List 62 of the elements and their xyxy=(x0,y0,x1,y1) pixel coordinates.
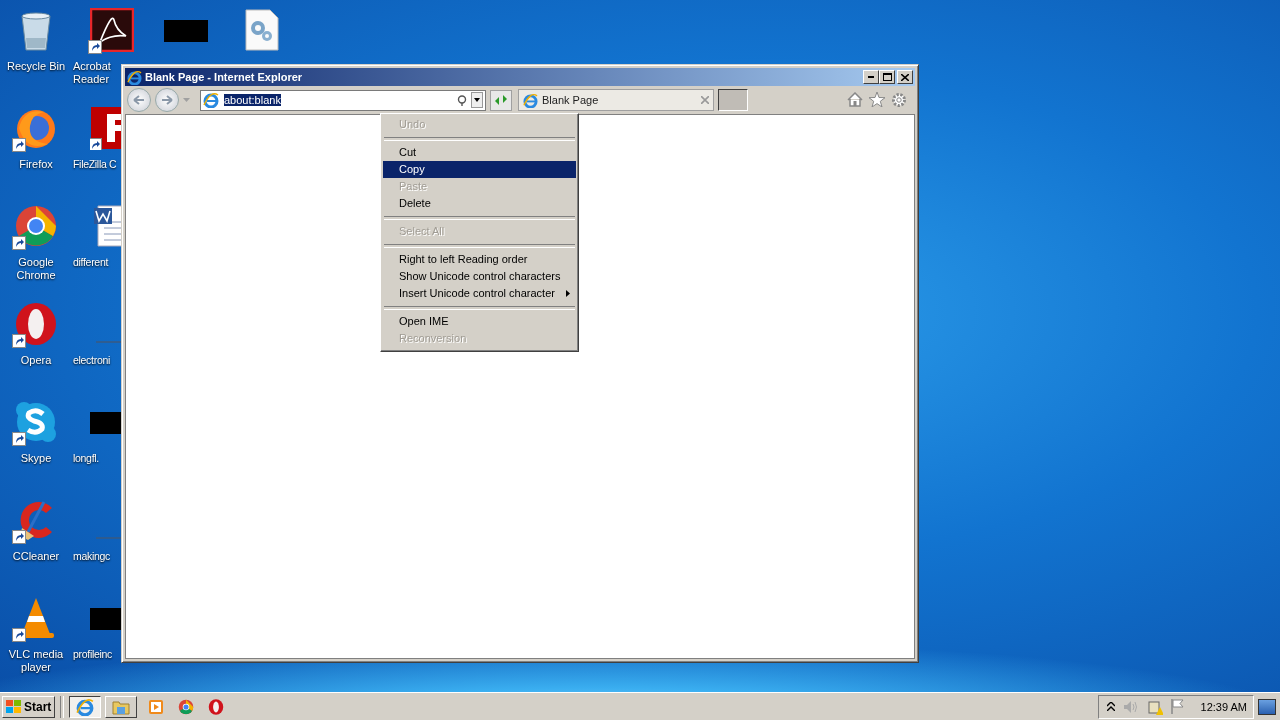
chrome-icon[interactable] xyxy=(14,204,58,248)
menu-item[interactable]: Cut xyxy=(383,144,576,161)
window-title: Blank Page - Internet Explorer xyxy=(145,71,304,83)
icon-label: Opera xyxy=(20,354,52,367)
ie-logo-taskbar-button[interactable] xyxy=(69,695,102,718)
settings-icon[interactable] xyxy=(891,92,907,108)
icon-label: Recycle Bin xyxy=(6,60,66,73)
icon-label: Skype xyxy=(20,452,52,465)
letter-f-icon[interactable] xyxy=(90,106,121,150)
ie-logo-icon xyxy=(76,697,95,716)
dropdown-icon[interactable] xyxy=(471,92,483,108)
back-button[interactable] xyxy=(127,88,151,112)
forward-arrow-icon xyxy=(161,95,173,105)
menu-item[interactable]: Open IME xyxy=(383,313,576,330)
menu-item[interactable]: Show Unicode control characters xyxy=(383,268,576,285)
minimize-button[interactable] xyxy=(863,70,879,84)
maximize-button[interactable] xyxy=(879,70,895,84)
show-hidden-icons-icon[interactable] xyxy=(1106,702,1115,711)
icon-label: profileinc xyxy=(73,648,113,661)
icon-label: VLC media player xyxy=(7,648,65,674)
close-button[interactable] xyxy=(897,70,913,84)
icon-label: FileZilla C xyxy=(73,158,117,171)
forward-button[interactable] xyxy=(155,88,179,112)
ie-logo-icon xyxy=(127,69,142,85)
minimize-icon xyxy=(868,76,874,78)
folder-taskbar-button[interactable] xyxy=(105,695,138,718)
ie-logo-icon xyxy=(523,92,538,108)
letter-s-icon[interactable] xyxy=(14,400,58,444)
icon-label: Firefox xyxy=(19,158,53,171)
pdf-icon[interactable] xyxy=(90,8,134,52)
clock[interactable]: 12:39 AM xyxy=(1200,700,1247,713)
favorites-star-icon[interactable] xyxy=(869,92,885,107)
icon-label: CCleaner xyxy=(12,550,60,563)
compatibility-icon xyxy=(494,95,508,105)
ie-logo-icon xyxy=(203,92,219,108)
browser-tab[interactable]: Blank Page xyxy=(518,89,714,111)
icon-label: Acrobat Reader xyxy=(73,60,112,86)
menu-item[interactable]: Delete xyxy=(383,195,576,212)
icon-label: Google Chrome xyxy=(15,256,57,282)
close-icon xyxy=(901,73,909,81)
maximize-icon xyxy=(882,73,892,81)
show-desktop-button[interactable] xyxy=(1258,698,1276,715)
address-text: about:blank xyxy=(224,94,281,106)
submenu-arrow-icon xyxy=(566,290,570,297)
back-arrow-icon xyxy=(133,95,145,105)
compatibility-view-button[interactable] xyxy=(490,89,512,111)
icon-label: makingc xyxy=(73,550,110,563)
folder-icon xyxy=(112,698,131,715)
menu-item[interactable]: Right to left Reading order xyxy=(383,251,576,268)
new-tab-button[interactable] xyxy=(718,89,748,111)
icon-label: longfl. xyxy=(73,452,99,465)
windows-logo-icon xyxy=(6,699,22,714)
icon-label: different xyxy=(73,256,109,269)
home-icon[interactable] xyxy=(847,92,863,107)
menu-item[interactable]: Insert Unicode control character xyxy=(383,285,576,302)
letter-o-icon[interactable] xyxy=(14,302,58,346)
icon-label: electroni xyxy=(73,354,110,367)
menu-item[interactable]: Copy xyxy=(383,161,576,178)
start-button[interactable]: Start xyxy=(2,695,56,718)
search-icon[interactable] xyxy=(457,94,467,106)
address-field[interactable]: about:blank xyxy=(200,89,486,111)
flag-icon[interactable] xyxy=(1170,699,1185,714)
